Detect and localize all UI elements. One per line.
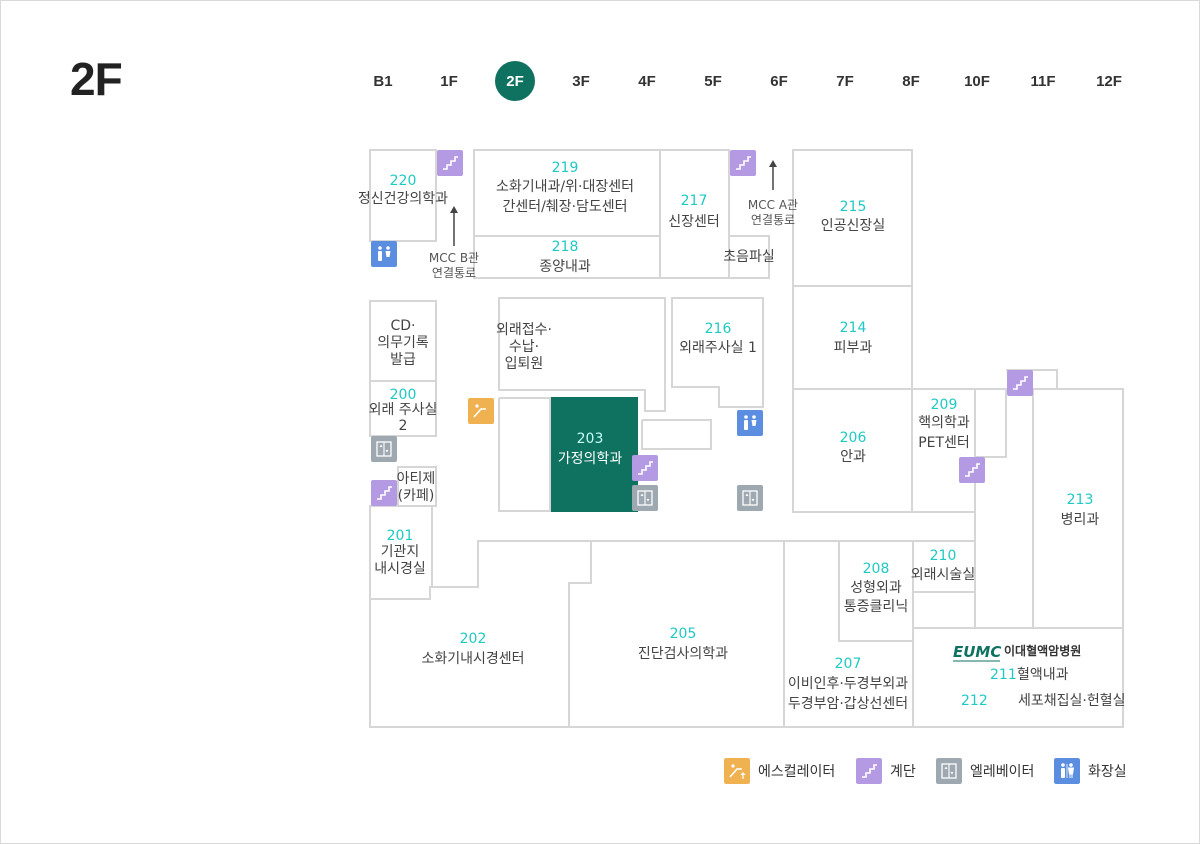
- room-name: 이비인후·두경부외과: [788, 676, 908, 692]
- room-name: 외래 주사실: [369, 402, 438, 418]
- escalator-icon: [468, 398, 494, 424]
- room-name: (카페): [398, 488, 435, 504]
- restroom-icon: [1054, 758, 1080, 784]
- room-name: 소화기내시경센터: [421, 651, 524, 667]
- room-name: 세포채집실·헌혈실: [1018, 693, 1126, 709]
- restroom-icon: [371, 241, 397, 267]
- room-name: 입퇴원: [505, 356, 544, 372]
- svg-text:연결통로: 연결통로: [751, 213, 795, 227]
- wall-segment: [498, 397, 551, 512]
- room-name: 혈액내과: [1017, 667, 1069, 683]
- room-name: 종양내과: [539, 259, 591, 275]
- room-number: 203: [577, 431, 604, 447]
- room-name: 소화기내과/위·대장센터: [496, 179, 634, 195]
- room-name: 피부과: [834, 340, 873, 356]
- legend-stairs-label: 계단: [890, 764, 916, 780]
- wall-segment: [641, 419, 712, 450]
- stairs-icon: [371, 480, 397, 506]
- svg-text:EUMC: EUMC: [953, 643, 1001, 661]
- svg-text:MCC A관: MCC A관: [748, 198, 798, 212]
- room-number: 208: [863, 561, 890, 577]
- room-number: 215: [840, 199, 867, 215]
- room-name: 외래시술실: [911, 567, 975, 583]
- room-number: 219: [552, 160, 579, 176]
- room-number: 214: [840, 320, 867, 336]
- svg-text:연결통로: 연결통로: [432, 266, 476, 280]
- elevator-icon: [371, 436, 397, 462]
- room-number: 207: [835, 656, 862, 672]
- legend-stairs: 계단: [856, 757, 916, 785]
- legend-elevator-label: 엘레베이터: [970, 764, 1035, 780]
- stairs-icon: [959, 457, 985, 483]
- elevator-icon: [737, 485, 763, 511]
- room-name: 아티제: [397, 471, 436, 487]
- room-number: 209: [931, 397, 958, 413]
- room-name: 발급: [390, 352, 416, 368]
- stairs-icon: [730, 150, 756, 176]
- room-number: 202: [460, 631, 487, 647]
- legend-elevator: 엘레베이터: [936, 757, 1034, 785]
- room-number: 201: [387, 528, 414, 544]
- room-name: 기관지: [381, 544, 420, 560]
- stairs-icon: [1007, 370, 1033, 396]
- legend-escalator: 에스컬레이터: [724, 757, 835, 785]
- room-number: 211: [990, 667, 1017, 683]
- stairs-icon: [856, 758, 882, 784]
- restroom-icon: [737, 410, 763, 436]
- room-name: 핵의학과: [918, 415, 970, 431]
- svg-text:이대혈액암병원: 이대혈액암병원: [1004, 643, 1081, 658]
- room-number: 212: [961, 693, 988, 709]
- room-214[interactable]: [792, 285, 913, 390]
- room-name: 정신건강의학과: [358, 191, 448, 207]
- room-name: 인공신장실: [821, 218, 885, 234]
- room-name: 초음파실: [723, 249, 775, 265]
- legend-restroom-label: 화장실: [1088, 764, 1127, 780]
- elevator-icon: [936, 758, 962, 784]
- room-name: 두경부암·갑상선센터: [788, 696, 908, 712]
- room-name: 진단검사의학과: [638, 646, 728, 662]
- stairs-icon: [437, 150, 463, 176]
- legend-restroom: 화장실: [1054, 757, 1127, 785]
- room-number: 210: [930, 548, 957, 564]
- wall-segment: [975, 388, 1007, 458]
- room-number: 205: [670, 626, 697, 642]
- room-name: 외래접수·: [496, 322, 552, 338]
- room-name: 내시경실: [374, 561, 426, 577]
- legend-escalator-label: 에스컬레이터: [758, 764, 836, 780]
- room-name: PET센터: [918, 435, 970, 451]
- room-number: 220: [390, 173, 417, 189]
- room-name: 2: [399, 418, 408, 434]
- room-213[interactable]: [1032, 388, 1124, 629]
- room-name: 가정의학과: [558, 451, 623, 467]
- room-name: 통증클리닉: [844, 599, 908, 615]
- svg-text:MCC B관: MCC B관: [429, 251, 479, 265]
- stairs-icon: [632, 455, 658, 481]
- room-name: CD·: [390, 318, 415, 334]
- escalator-icon: [724, 758, 750, 784]
- room-name: 외래주사실 1: [679, 340, 757, 356]
- room-number: 216: [705, 321, 732, 337]
- floor-map: 220 정신건강의학과 219 소화기내과/위·대장센터간센터/췌장·담도센터 218 종…: [358, 149, 1126, 728]
- elevator-icon: [632, 485, 658, 511]
- room-number: 213: [1067, 492, 1094, 508]
- room-name: 병리과: [1061, 512, 1100, 528]
- room-name: 성형외과: [850, 580, 902, 596]
- room-number: 200: [390, 387, 417, 403]
- room-name: 수납·: [509, 339, 539, 355]
- room-name: 신장센터: [668, 214, 720, 230]
- room-name: 안과: [840, 449, 866, 465]
- room-name: 간센터/췌장·담도센터: [502, 199, 627, 215]
- room-number: 206: [840, 430, 867, 446]
- room-number: 218: [552, 239, 579, 255]
- legend: 에스컬레이터 계단 엘레베이터 화장실: [720, 757, 1140, 785]
- room-number: 217: [681, 193, 708, 209]
- room-name: 의무기록: [377, 335, 429, 351]
